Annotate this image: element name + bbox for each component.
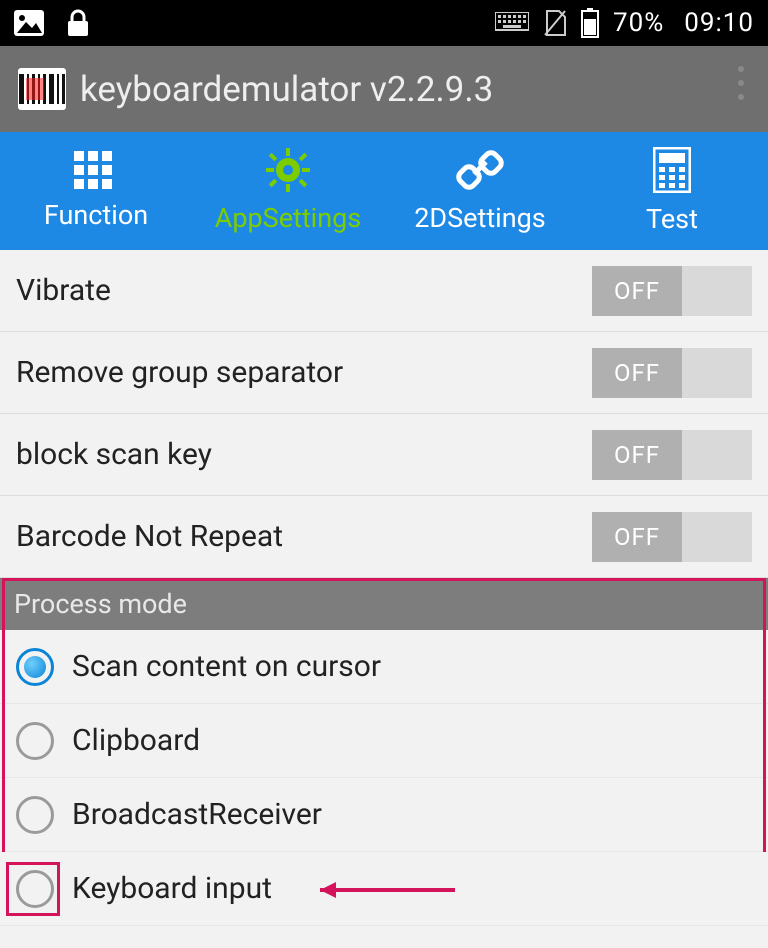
tab-appsettings[interactable]: AppSettings [192, 132, 384, 250]
row-vibrate: Vibrate OFF [0, 250, 768, 332]
setting-label: block scan key [16, 437, 592, 472]
tab-label: Test [646, 203, 698, 235]
toggle-block-scan-key[interactable]: OFF [592, 430, 752, 480]
toggle-state: OFF [592, 430, 682, 480]
row-block-scan-key: block scan key OFF [0, 414, 768, 496]
tab-2dsettings[interactable]: 2DSettings [384, 132, 576, 250]
link-icon [456, 148, 504, 192]
tab-label: 2DSettings [414, 202, 545, 234]
lock-icon [66, 9, 90, 37]
toggle-state: OFF [592, 266, 682, 316]
row-remove-group-separator: Remove group separator OFF [0, 332, 768, 414]
no-sim-icon [543, 9, 567, 37]
status-bar: 70% 09:10 [0, 0, 768, 46]
tab-label: AppSettings [215, 202, 362, 234]
battery-icon [581, 8, 599, 38]
setting-label: Vibrate [16, 273, 592, 308]
radio-row-keyboard-input[interactable]: Keyboard input [0, 852, 768, 926]
radio-row-broadcastreceiver[interactable]: BroadcastReceiver [0, 778, 768, 852]
toggle-state: OFF [592, 348, 682, 398]
app-title: keyboardemulator v2.2.9.3 [80, 69, 493, 110]
toggle-state: OFF [592, 512, 682, 562]
radio-icon [16, 870, 54, 908]
overflow-menu-icon[interactable] [738, 66, 744, 100]
tab-bar: Function AppSettings 2DSettings Test [0, 132, 768, 250]
battery-percent: 70% [613, 8, 664, 38]
tab-function[interactable]: Function [0, 132, 192, 250]
tab-label: Function [44, 199, 148, 231]
radio-label: Clipboard [72, 723, 200, 758]
toggle-barcode-not-repeat[interactable]: OFF [592, 512, 752, 562]
setting-label: Barcode Not Repeat [16, 519, 592, 554]
keyboard-icon [495, 12, 529, 34]
toggle-remove-group-separator[interactable]: OFF [592, 348, 752, 398]
radio-row-scan-on-cursor[interactable]: Scan content on cursor [0, 630, 768, 704]
grid-icon [74, 151, 118, 189]
clock: 09:10 [684, 8, 754, 38]
app-bar: keyboardemulator v2.2.9.3 [0, 46, 768, 132]
image-icon [14, 10, 44, 36]
radio-icon [16, 722, 54, 760]
radio-label: Keyboard input [72, 871, 272, 906]
radio-label: BroadcastReceiver [72, 797, 322, 832]
app-barcode-icon [18, 68, 66, 110]
section-header-process-mode: Process mode [0, 578, 768, 630]
calculator-icon [653, 147, 691, 193]
radio-icon [16, 648, 54, 686]
gear-icon [266, 148, 310, 192]
radio-icon [16, 796, 54, 834]
row-barcode-not-repeat: Barcode Not Repeat OFF [0, 496, 768, 578]
toggle-vibrate[interactable]: OFF [592, 266, 752, 316]
tab-test[interactable]: Test [576, 132, 768, 250]
setting-label: Remove group separator [16, 355, 592, 390]
radio-label: Scan content on cursor [72, 649, 381, 684]
radio-row-clipboard[interactable]: Clipboard [0, 704, 768, 778]
